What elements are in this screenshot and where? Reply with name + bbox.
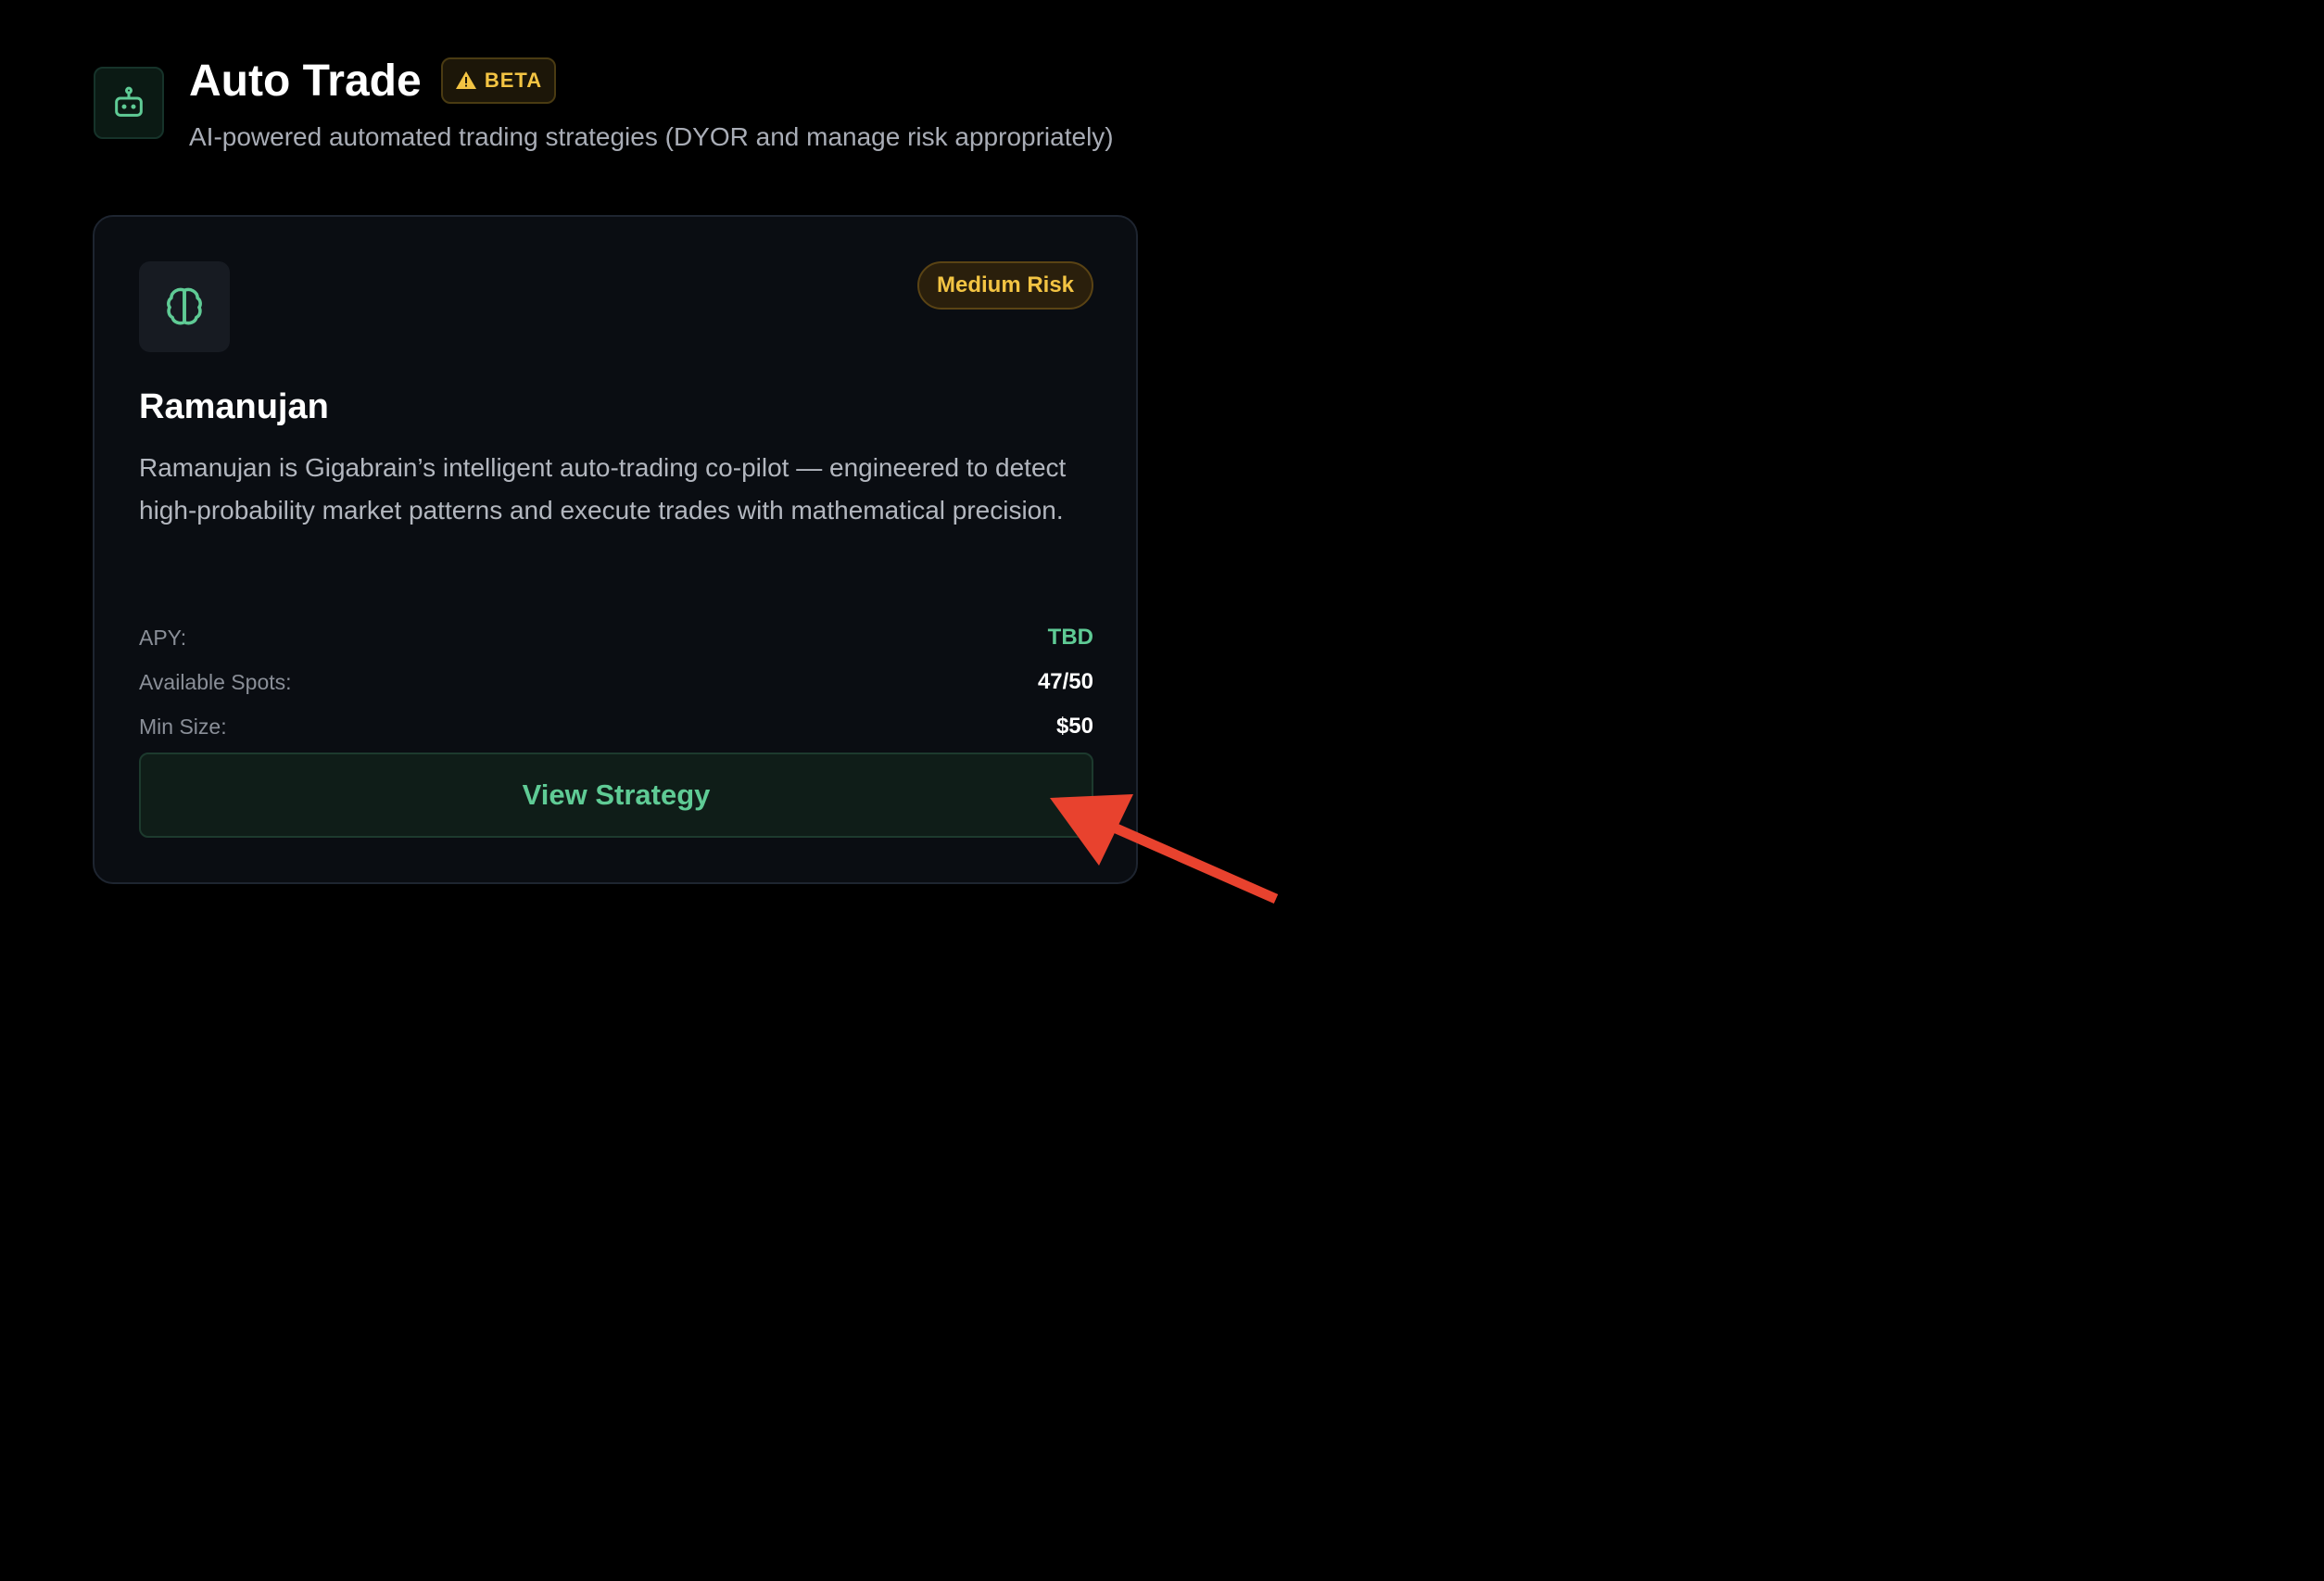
view-strategy-button[interactable]: View Strategy [139, 753, 1093, 838]
page-subtitle: AI-powered automated trading strategies … [189, 122, 1114, 151]
stat-value: 47/50 [1037, 669, 1093, 694]
page-title: Auto Trade [189, 57, 422, 106]
strategy-card: Medium Risk Ramanujan Ramanujan is Gigab… [93, 215, 1138, 884]
stat-row-apy: APY: TBD [139, 619, 1093, 656]
beta-label: BETA [484, 69, 543, 92]
strategy-name: Ramanujan [139, 387, 329, 426]
stat-row-min-size: Min Size: $50 [139, 708, 1093, 745]
brain-icon [139, 261, 230, 352]
stat-label: Min Size: [139, 714, 227, 739]
risk-badge: Medium Risk [917, 261, 1093, 310]
stat-row-available-spots: Available Spots: 47/50 [139, 664, 1093, 701]
stat-label: Available Spots: [139, 669, 292, 694]
beta-badge: BETA [441, 57, 556, 104]
stat-value: $50 [1055, 714, 1093, 739]
strategy-description: Ramanujan is Gigabrain’s intelligent aut… [139, 453, 1067, 525]
auto-trade-page: Auto Trade BETA AI-powered automated tra… [0, 0, 2324, 1581]
stat-value: TBD [1047, 625, 1093, 650]
robot-icon [94, 67, 164, 139]
stat-label: APY: [139, 625, 187, 650]
warning-icon [455, 71, 476, 89]
